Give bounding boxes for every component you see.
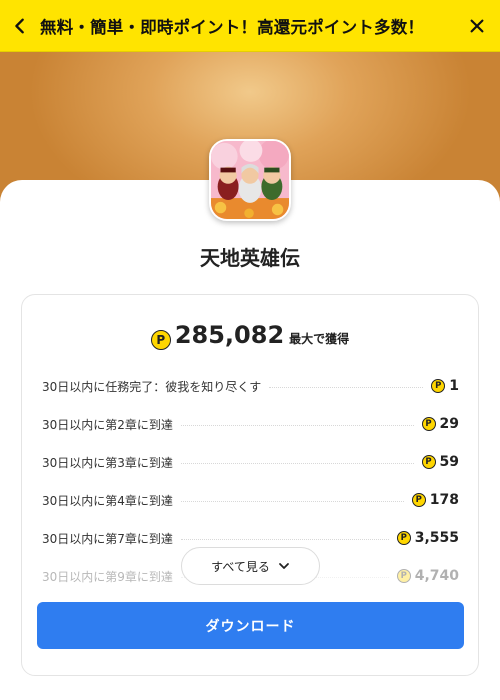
chevron-left-icon [15, 18, 24, 33]
total-reward: P 285,082 最大で獲得 [22, 321, 478, 350]
coin-icon: P [150, 330, 171, 350]
dotted-leader [180, 538, 389, 540]
task-row: 30日以内に第4章に到達 P 178 [42, 481, 459, 519]
close-button[interactable] [454, 0, 500, 52]
dotted-leader [180, 462, 414, 464]
task-label: 30日以内に第7章に到達 [42, 531, 173, 546]
task-points: 4,740 [414, 568, 459, 584]
show-all-button[interactable]: すべて見る [181, 547, 320, 585]
top-bar: 無料・簡単・即時ポイント！高還元ポイント多数！ [0, 0, 500, 52]
task-points: 1 [449, 378, 459, 394]
coin-icon: P [421, 455, 436, 469]
task-label: 30日以内に第2章に到達 [42, 417, 173, 432]
task-row: 30日以内に第2章に到達 P 29 [42, 405, 459, 443]
task-points: 59 [439, 454, 459, 470]
chevron-down-icon [278, 563, 289, 569]
task-row: 30日以内に任務完了：彼我を知り尽くす P 1 [42, 367, 459, 405]
task-label: 30日以内に第9章に到達 [42, 569, 173, 584]
coin-icon: P [396, 531, 411, 545]
coin-icon: P [431, 379, 446, 393]
total-points-label: 最大で獲得 [289, 332, 350, 346]
dotted-leader [180, 424, 414, 426]
task-points: 3,555 [414, 530, 459, 546]
download-button[interactable]: ダウンロード [37, 602, 464, 649]
total-points: 285,082 [174, 321, 285, 349]
dotted-leader [269, 386, 424, 388]
reward-card: P 285,082 最大で獲得 30日以内に任務完了：彼我を知り尽くす P 1 … [21, 294, 479, 676]
task-label: 30日以内に第3章に到達 [42, 455, 173, 470]
coin-icon: P [421, 417, 436, 431]
app-icon-artwork [211, 141, 289, 219]
task-points: 29 [439, 416, 459, 432]
task-points: 178 [429, 492, 459, 508]
coin-icon: P [411, 493, 426, 507]
app-name: 天地英雄伝 [200, 246, 300, 270]
task-label: 30日以内に第4章に到達 [42, 493, 173, 508]
close-icon [470, 19, 484, 32]
task-label: 30日以内に任務完了：彼我を知り尽くす [42, 379, 262, 394]
show-all-label: すべて見る [211, 559, 270, 574]
page-title: 無料・簡単・即時ポイント！高還元ポイント多数！ [40, 17, 425, 37]
dotted-leader [180, 500, 404, 502]
coin-icon: P [396, 569, 411, 583]
back-button[interactable] [0, 0, 40, 52]
app-icon [209, 139, 291, 221]
task-row: 30日以内に第3章に到達 P 59 [42, 443, 459, 481]
